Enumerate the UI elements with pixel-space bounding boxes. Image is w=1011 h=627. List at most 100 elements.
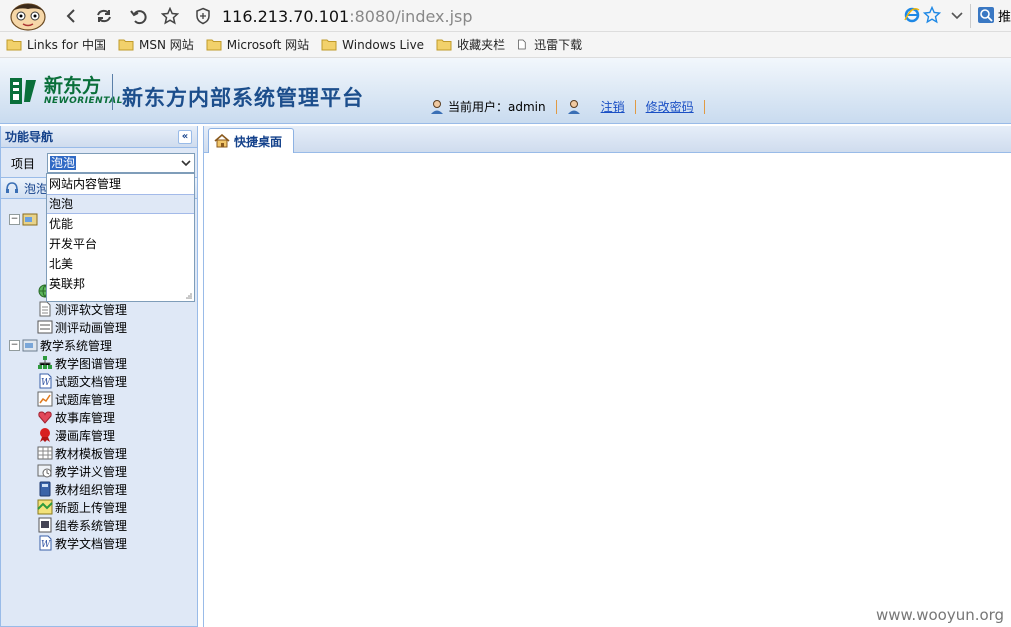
shield-icon bbox=[192, 5, 214, 27]
project-select[interactable]: 泡泡 bbox=[47, 153, 195, 173]
map-icon bbox=[37, 499, 53, 515]
search-engine-label: 推 bbox=[998, 10, 1011, 25]
url-text: 116.213.70.101:8080/index.jsp bbox=[222, 7, 473, 26]
bookmarks-bar: Links for 中国 MSN 网站 Microsoft 网站 Windows Li… bbox=[0, 32, 1011, 58]
tree-node-label: 试题文档管理 bbox=[55, 374, 128, 389]
folder-app-icon bbox=[22, 213, 38, 226]
header-separator bbox=[555, 99, 557, 114]
chevron-down-icon[interactable] bbox=[950, 8, 964, 22]
tree-node-label: 新题上传管理 bbox=[55, 500, 128, 515]
bookmark-label: 迅雷下载 bbox=[534, 38, 583, 52]
bookmark-label: MSN 网站 bbox=[138, 38, 194, 52]
bookmark-item[interactable]: Windows Live bbox=[321, 38, 424, 52]
document-icon bbox=[39, 301, 51, 317]
bookmark-label: Microsoft 网站 bbox=[226, 38, 310, 52]
project-dropdown-list[interactable]: 网站内容管理 泡泡 优能 开发平台 北美 英联邦 bbox=[46, 173, 195, 302]
collapse-sidebar-button[interactable]: « bbox=[178, 130, 192, 144]
tree-leaf-node[interactable]: 漫画库管理 bbox=[37, 426, 115, 444]
tree-leaf-node[interactable]: 故事库管理 bbox=[37, 408, 115, 426]
tree-leaf-node[interactable]: 组卷系统管理 bbox=[37, 516, 127, 534]
svg-text:W: W bbox=[41, 378, 51, 388]
tree-leaf-node[interactable]: 教学图谱管理 bbox=[37, 354, 127, 372]
tree-node-label: 教学图谱管理 bbox=[55, 356, 128, 371]
folder-icon bbox=[321, 39, 337, 51]
chevron-down-icon[interactable] bbox=[177, 154, 194, 172]
dropdown-option[interactable]: 泡泡 bbox=[47, 194, 194, 214]
project-label: 项目 bbox=[11, 156, 36, 171]
undo-button[interactable] bbox=[126, 5, 150, 27]
tab-label: 快捷桌面 bbox=[234, 134, 283, 149]
tab-quick-desktop[interactable]: 快捷桌面 bbox=[208, 128, 294, 153]
tree-node-label: 教材模板管理 bbox=[55, 446, 128, 461]
project-select-value: 泡泡 bbox=[50, 156, 77, 170]
bookmark-item[interactable]: 迅雷下载 bbox=[517, 36, 582, 53]
tree-node-label: 教学讲义管理 bbox=[55, 464, 128, 479]
tree-node-label: 教学系统管理 bbox=[40, 338, 113, 353]
watermark-text: www.wooyun.org bbox=[876, 606, 1005, 624]
refresh-button[interactable] bbox=[92, 5, 116, 27]
dropdown-option[interactable]: 优能 bbox=[47, 214, 194, 234]
tree-leaf-node[interactable]: 教材模板管理 bbox=[37, 444, 127, 462]
favorite-button[interactable] bbox=[158, 5, 182, 27]
tree-node-label: 试题库管理 bbox=[55, 392, 116, 407]
address-bar[interactable]: 116.213.70.101:8080/index.jsp bbox=[192, 3, 944, 29]
bookmark-item[interactable]: 收藏夹栏 bbox=[436, 36, 505, 53]
bookmark-label: 收藏夹栏 bbox=[457, 38, 506, 52]
undo-icon bbox=[130, 10, 147, 25]
back-button[interactable] bbox=[60, 5, 84, 27]
tree-leaf-node[interactable]: 教材组织管理 bbox=[37, 480, 127, 498]
logout-link[interactable]: 注销 bbox=[601, 98, 625, 115]
company-logo: 新东方 NEWORIENTAL bbox=[8, 74, 123, 108]
tree-node-label: 教材组织管理 bbox=[55, 482, 128, 497]
calculator-icon bbox=[39, 481, 51, 497]
tree-leaf-node[interactable]: 测评软文管理 bbox=[37, 300, 127, 318]
dropdown-option[interactable]: 开发平台 bbox=[47, 234, 194, 254]
tree-expander[interactable]: − bbox=[9, 213, 20, 225]
bookmark-item[interactable]: Microsoft 网站 bbox=[206, 36, 309, 53]
user-icon bbox=[431, 99, 443, 114]
slides-icon bbox=[37, 464, 52, 478]
tree-leaf-node[interactable]: W 试题文档管理 bbox=[37, 372, 127, 390]
resize-grip-icon[interactable] bbox=[186, 293, 192, 299]
tree-expander[interactable]: − bbox=[9, 339, 20, 351]
tree-leaf-node[interactable]: 试题库管理 bbox=[37, 390, 115, 408]
tree-folder-node[interactable]: − 教学系统管理 bbox=[9, 336, 112, 354]
ie-logo-icon[interactable] bbox=[904, 7, 920, 23]
tree-node-label: 测评动画管理 bbox=[55, 320, 128, 335]
main-content-panel: 快捷桌面 bbox=[203, 126, 1011, 627]
sidebar-header: 功能导航 « bbox=[1, 126, 197, 148]
project-selector-row: 项目 泡泡 bbox=[11, 153, 195, 173]
folder-icon bbox=[436, 39, 452, 51]
accordion-label: 泡泡 bbox=[24, 181, 49, 196]
toolbar-divider bbox=[970, 4, 971, 28]
bookmark-item[interactable]: MSN 网站 bbox=[118, 36, 194, 53]
user-area: 当前用户：admin 注销 修改密码 bbox=[430, 98, 715, 115]
browser-toolbar: 116.213.70.101:8080/index.jsp 推 bbox=[0, 0, 1011, 32]
tree-leaf-node[interactable]: 教学讲义管理 bbox=[37, 462, 127, 480]
list-doc-icon bbox=[38, 517, 52, 533]
dropdown-option[interactable]: 英联邦 bbox=[47, 274, 194, 294]
word-doc-icon: W bbox=[39, 535, 52, 551]
tree-leaf-node[interactable]: 测评动画管理 bbox=[37, 318, 127, 336]
folder-icon bbox=[6, 39, 22, 51]
ribbon-icon bbox=[40, 428, 50, 442]
bookmark-item[interactable]: Links for 中国 bbox=[6, 36, 106, 53]
mascot-avatar-icon[interactable] bbox=[6, 1, 50, 31]
search-icon[interactable] bbox=[977, 6, 995, 24]
change-password-link[interactable]: 修改密码 bbox=[646, 98, 694, 115]
tree-leaf-node[interactable]: 新题上传管理 bbox=[37, 498, 127, 516]
tree-node-label: 故事库管理 bbox=[55, 410, 116, 425]
url-path: :8080/index.jsp bbox=[349, 6, 473, 26]
tree-node-hidden[interactable]: − bbox=[9, 210, 40, 228]
dropdown-option[interactable]: 网站内容管理 bbox=[47, 174, 194, 194]
tree-leaf-node[interactable]: W 教学文档管理 bbox=[37, 534, 127, 552]
add-favorite-icon[interactable] bbox=[923, 6, 941, 24]
app-header: 新东方 NEWORIENTAL 新东方内部系统管理平台 当前用户：admin 注… bbox=[0, 58, 1011, 124]
headset-icon bbox=[6, 182, 18, 193]
tab-strip: 快捷桌面 bbox=[204, 126, 1011, 153]
org-chart-icon bbox=[38, 356, 52, 369]
dropdown-option[interactable]: 北美 bbox=[47, 254, 194, 274]
word-doc-icon: W bbox=[39, 373, 52, 389]
logo-mark-icon bbox=[10, 78, 36, 104]
page-icon bbox=[518, 39, 526, 50]
